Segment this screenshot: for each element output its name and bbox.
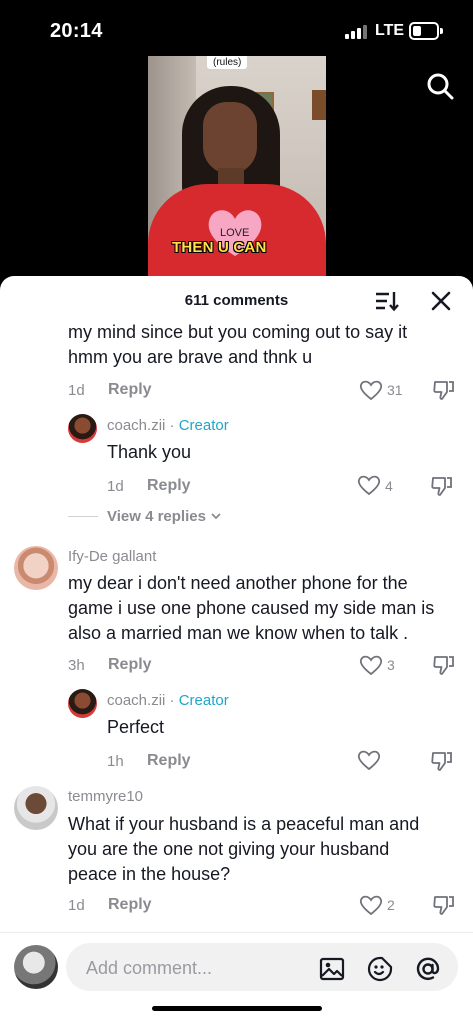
reply-button[interactable]: Reply (108, 896, 152, 914)
avatar[interactable] (14, 945, 58, 989)
heart-sticker-label: LOVE (220, 227, 250, 239)
dislike-icon[interactable] (432, 653, 456, 677)
heart-icon[interactable] (357, 474, 381, 496)
image-icon[interactable] (319, 956, 345, 982)
heart-icon[interactable] (359, 654, 383, 676)
comment-text: What if your husband is a peaceful man a… (68, 814, 420, 884)
dislike-icon[interactable] (430, 474, 454, 498)
reply-button[interactable]: Reply (108, 381, 152, 399)
battery-icon (409, 22, 443, 40)
view-replies-button[interactable]: View 4 replies (107, 508, 222, 525)
comment-username[interactable]: coach.zii · Creator (107, 692, 229, 709)
comment-text: my mind since but you coming out to say … (68, 322, 408, 367)
video-preview[interactable]: (rules) LOVE THEN U CAN (148, 56, 326, 282)
home-indicator[interactable] (152, 1006, 322, 1011)
dislike-icon[interactable] (432, 893, 456, 917)
comment-time: 1d (107, 478, 124, 495)
network-type: LTE (375, 22, 405, 39)
comment-username[interactable]: temmyre10 (68, 788, 143, 805)
status-time: 20:14 (50, 20, 103, 42)
comment-time: 1d (68, 382, 85, 399)
creator-badge: Creator (178, 692, 229, 709)
chevron-down-icon (211, 513, 221, 520)
comment-input[interactable]: Add comment... (66, 943, 458, 991)
cellular-signal-icon (345, 23, 367, 39)
comments-sheet: 611 comments my mind since but you comin… (0, 276, 473, 1024)
comments-header: 611 comments (0, 276, 473, 324)
comment-username[interactable]: Ify-De gallant (68, 548, 156, 565)
avatar[interactable] (68, 689, 97, 718)
status-bar: 20:14 LTE (0, 0, 473, 56)
comments-count: 611 comments (184, 292, 289, 309)
dislike-icon[interactable] (432, 378, 456, 402)
comment-time: 1h (107, 753, 124, 770)
like-count: 31 (387, 382, 403, 398)
heart-icon[interactable] (357, 749, 381, 771)
like-count: 2 (387, 897, 395, 913)
avatar[interactable] (14, 546, 58, 590)
video-rules-tag: (rules) (207, 56, 248, 69)
comment-time: 3h (68, 657, 85, 674)
avatar[interactable] (68, 414, 97, 443)
comment-text: Thank you (107, 442, 192, 462)
comment-text: my dear i don't need another phone for t… (68, 573, 435, 643)
heart-icon[interactable] (359, 379, 383, 401)
like-count: 3 (387, 657, 395, 673)
reply-button[interactable]: Reply (147, 477, 191, 495)
divider (68, 516, 98, 517)
reply-button[interactable]: Reply (108, 656, 152, 674)
search-icon[interactable] (424, 70, 456, 102)
comment-time: 1d (68, 897, 85, 914)
sort-icon[interactable] (374, 290, 400, 312)
like-count: 4 (385, 478, 393, 494)
comment-text: Perfect (107, 717, 165, 737)
comment-username[interactable]: coach.zii · Creator (107, 417, 229, 434)
comment-input-placeholder: Add comment... (86, 958, 213, 978)
heart-icon[interactable] (359, 894, 383, 916)
video-caption: THEN U CAN (172, 239, 267, 256)
close-icon[interactable] (430, 290, 452, 312)
dislike-icon[interactable] (430, 749, 454, 773)
mention-icon[interactable] (415, 956, 441, 982)
emoji-icon[interactable] (367, 956, 393, 982)
avatar[interactable] (14, 786, 58, 830)
creator-badge: Creator (178, 417, 229, 434)
reply-button[interactable]: Reply (147, 752, 191, 770)
